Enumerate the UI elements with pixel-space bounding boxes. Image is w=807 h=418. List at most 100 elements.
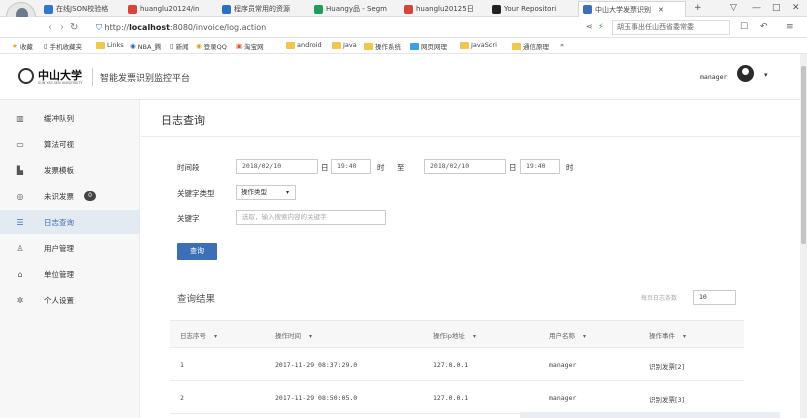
folder-icon: [512, 42, 521, 50]
bookmark-label: 通信原理: [523, 43, 549, 51]
tab-favicon: [222, 4, 231, 14]
site-title: 智能发票识别监控平台: [100, 74, 191, 84]
maximize-icon[interactable]: □: [772, 3, 781, 13]
start-date-input[interactable]: 2018/02/10: [236, 159, 318, 174]
bookmark-label: NBA_腾: [137, 43, 162, 51]
column-header-log-id[interactable]: 日志序号 ▾: [180, 330, 217, 340]
tab-label: 程序员常用的资源: [234, 5, 290, 13]
bookmark-item[interactable]: ▯ 手机收藏夹: [44, 41, 82, 51]
browser-tab-active[interactable]: 中山大学发票识别 ✕: [578, 1, 686, 17]
user-avatar-icon[interactable]: [737, 65, 754, 82]
keyword-type-select[interactable]: 操作类型 ▾: [236, 185, 296, 200]
sidebar-item-unrecognized-invoices[interactable]: ◎ 未识发票 0: [0, 184, 140, 208]
close-window-icon[interactable]: ✕: [792, 3, 800, 13]
end-date-input[interactable]: 2018/02/10: [424, 159, 506, 174]
sidebar-item-invoice-templates[interactable]: ▙ 发票模板: [0, 158, 140, 182]
bookmark-item[interactable]: Java: [332, 41, 357, 49]
browser-tab[interactable]: 在线JSON校验格: [40, 2, 122, 16]
bookmarks-bar: ★ 收藏 ▯ 手机收藏夹 Links ◉ NBA_腾 ▯ 新闻 ◉ 登录QQ ▣ 淘宝网 a…: [0, 38, 807, 54]
column-header-username[interactable]: 用户名称 ▾: [549, 330, 586, 340]
tab-label: 中山大学发票识别: [595, 5, 651, 14]
sort-arrow-icon: ▾: [583, 333, 587, 340]
bookmark-label: 网页网理: [421, 43, 447, 51]
browser-tab[interactable]: Huangy品 - Segm: [310, 2, 398, 16]
page-icon: ▯: [170, 42, 174, 50]
bookmark-item[interactable]: 网页网理: [410, 41, 447, 51]
secure-shield-icon: ⛉: [96, 23, 102, 32]
reload-icon[interactable]: ↻: [70, 22, 78, 33]
bookmark-item[interactable]: Links: [96, 41, 124, 49]
browser-tab[interactable]: 程序员常用的资源: [218, 2, 308, 16]
main-content: 日志查询 时间段 2018/02/10 日 19:40 时 至 2018/02/…: [141, 100, 800, 418]
header-divider: [92, 68, 93, 86]
nba-icon: ◉: [130, 42, 136, 50]
share-icon[interactable]: ⋖: [586, 22, 593, 31]
tab-close-icon[interactable]: ✕: [658, 6, 664, 14]
minimize-icon[interactable]: —: [752, 3, 761, 13]
bar-chart-icon: ▥: [16, 113, 24, 123]
bookmark-item[interactable]: ★ 收藏: [12, 41, 33, 51]
bookmark-item[interactable]: ▣ 淘宝网: [236, 41, 264, 51]
lightning-icon[interactable]: ⚡: [598, 22, 604, 31]
sidebar-item-personal-settings[interactable]: ✲ 个人设置: [0, 288, 140, 312]
url-host: localhost: [129, 23, 170, 32]
hour-unit-label: 时: [377, 163, 385, 172]
browser-tab-bar: 在线JSON校验格 huanglu20124/in 程序员常用的资源 Huang…: [0, 0, 807, 17]
new-tab-button[interactable]: +: [694, 3, 702, 13]
forward-icon[interactable]: ›: [60, 22, 64, 33]
sidebar-item-user-management[interactable]: ♙ 用户管理: [0, 236, 140, 260]
browser-tab[interactable]: huanglu20124/in: [124, 2, 216, 16]
sidebar-item-label: 算法可视: [44, 139, 74, 149]
folder-icon: [364, 42, 373, 50]
query-button[interactable]: 查询: [177, 243, 217, 260]
browser-tab[interactable]: huanglu20125日: [400, 2, 486, 16]
sidebar-item-label: 缓冲队列: [44, 113, 74, 123]
tab-favicon: [314, 4, 323, 14]
cell-ip: 127.0.0.1: [433, 394, 469, 402]
menu-icon[interactable]: ≡: [786, 22, 794, 32]
list-icon: ☰: [16, 217, 24, 227]
end-time-input[interactable]: 19:40: [520, 159, 560, 174]
bookmark-more-button[interactable]: »: [560, 41, 564, 49]
column-header-event[interactable]: 操作事件 ▾: [649, 330, 686, 340]
bookmark-item[interactable]: 通信原理: [512, 41, 549, 51]
column-header-ip[interactable]: 操作ip地址 ▾: [433, 330, 476, 340]
keyword-input[interactable]: 选取，输入搜索内容的关键字: [236, 210, 386, 225]
page-size-input[interactable]: 10: [693, 290, 736, 305]
monitor-icon: ▭: [16, 139, 24, 149]
tab-label: Huangy品 - Segm: [326, 5, 388, 13]
template-icon: ▙: [16, 165, 24, 175]
cell-time: 2017-11-29 08:37:29.0: [275, 361, 358, 369]
folder-icon: [286, 41, 295, 49]
cell-ip: 127.0.0.1: [433, 361, 469, 369]
url-path: :8080/invoice/log.action: [169, 23, 267, 32]
bookmark-label: 收藏: [19, 43, 33, 51]
url-field[interactable]: ⛉ http://localhost:8080/invoice/log.acti…: [96, 20, 616, 35]
browser-tab[interactable]: Your Repositori: [488, 2, 574, 16]
bookmark-item[interactable]: ◉ NBA_腾: [130, 41, 161, 51]
qq-icon: ◉: [196, 42, 202, 50]
bookmark-item[interactable]: ▯ 新闻: [170, 41, 189, 51]
column-header-time[interactable]: 操作时间 ▾: [275, 330, 312, 340]
back-icon[interactable]: ‹: [48, 22, 52, 33]
building-icon: ⌂: [17, 269, 23, 279]
hour-unit-label: 时: [566, 163, 574, 172]
sidebar-item-algorithm-visual[interactable]: ▭ 算法可视: [0, 132, 140, 156]
sidebar-item-unit-management[interactable]: ⌂ 单位管理: [0, 262, 140, 286]
sidebar-item-log-query[interactable]: ☰ 日志查询: [0, 210, 140, 234]
username[interactable]: manager: [700, 73, 727, 81]
bookmark-item[interactable]: android: [286, 41, 322, 49]
sidebar-item-buffer-queue[interactable]: ▥ 缓冲队列: [0, 106, 140, 130]
tab-list-icon[interactable]: ▽: [730, 3, 737, 13]
bookmark-item[interactable]: ◉ 登录QQ: [196, 41, 227, 51]
reading-list-icon[interactable]: ☐: [740, 22, 748, 32]
undo-icon[interactable]: ↶: [760, 22, 768, 32]
tab-label: 在线JSON校验格: [56, 5, 109, 13]
bookmark-item[interactable]: 操作系统: [364, 41, 401, 51]
start-time-input[interactable]: 19:40: [331, 159, 371, 174]
browser-search-input[interactable]: 胡玉事出任山西省委常委: [612, 20, 730, 35]
page-scrollbar-thumb[interactable]: [801, 66, 806, 244]
cell-log-id: 2: [180, 394, 184, 402]
bookmark-item[interactable]: JavaScri: [460, 41, 497, 49]
user-menu-caret[interactable]: ▾: [764, 71, 768, 79]
